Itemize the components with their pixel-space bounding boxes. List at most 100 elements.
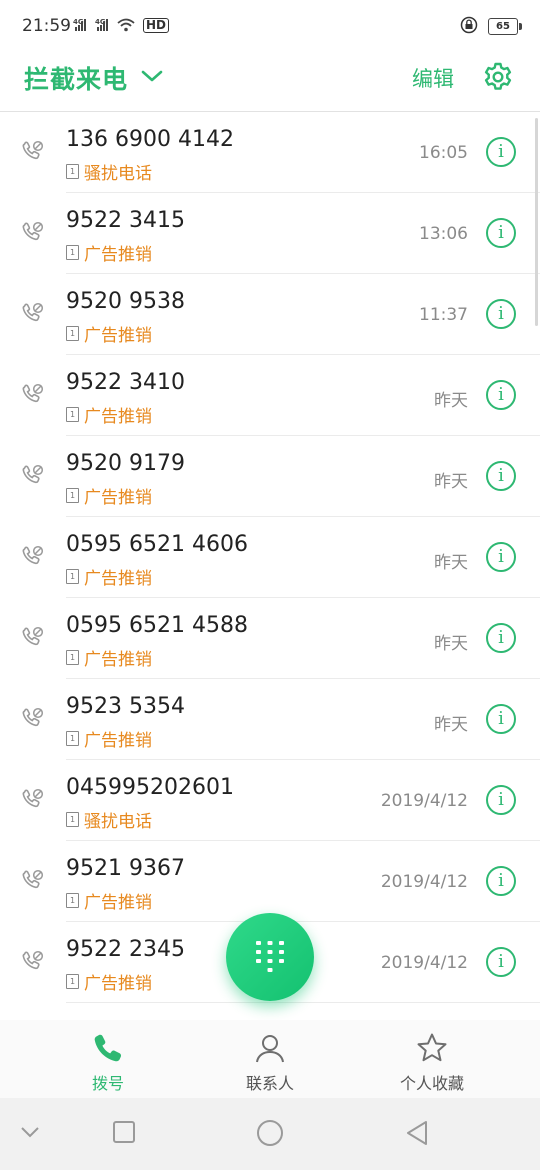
chevron-down-icon[interactable] bbox=[140, 66, 164, 90]
call-time: 2019/4/12 bbox=[380, 872, 468, 892]
call-time: 11:37 bbox=[419, 305, 468, 325]
caller-tag-wrap: 1 广告推销 bbox=[66, 564, 152, 589]
caller-number: 0595 6521 4606 bbox=[66, 532, 248, 557]
call-row[interactable]: 9523 5354 1 广告推销 昨天 i bbox=[0, 679, 540, 760]
caller-number: 9522 3410 bbox=[66, 370, 185, 395]
blocked-call-list[interactable]: 136 6900 4142 1 骚扰电话 16:05 i 9522 3415 1广… bbox=[0, 112, 540, 1007]
call-time: 昨天 bbox=[434, 715, 468, 735]
sim-card-icon: 1 bbox=[66, 812, 79, 827]
info-icon[interactable]: i bbox=[486, 542, 516, 572]
spam-tag: 骚扰电话 bbox=[84, 812, 152, 832]
blocked-call-icon bbox=[22, 383, 44, 409]
back-icon[interactable] bbox=[404, 1119, 430, 1151]
call-row[interactable]: 136 6900 4142 1 骚扰电话 16:05 i bbox=[0, 112, 540, 193]
sim-card-icon: 1 bbox=[66, 245, 79, 260]
signal-indicator: 4G 4G bbox=[73, 17, 139, 36]
star-icon bbox=[417, 1033, 447, 1062]
page-title[interactable]: 拦截来电 bbox=[24, 60, 128, 96]
sim-card-icon: 1 bbox=[66, 407, 79, 422]
blocked-call-icon bbox=[22, 626, 44, 652]
sim-card-icon: 1 bbox=[66, 974, 79, 989]
tab-dial[interactable]: 拨号 bbox=[48, 1032, 168, 1094]
info-icon[interactable]: i bbox=[486, 137, 516, 167]
info-icon[interactable]: i bbox=[486, 461, 516, 491]
tab-favorites-label: 个人收藏 bbox=[399, 1074, 464, 1093]
spam-tag: 广告推销 bbox=[84, 650, 152, 670]
caller-tag-wrap: 1 广告推销 bbox=[66, 645, 152, 670]
caller-tag-wrap: 1 广告推销 bbox=[66, 969, 152, 994]
info-icon[interactable]: i bbox=[486, 785, 516, 815]
sim-card-icon: 1 bbox=[66, 326, 79, 341]
info-icon[interactable]: i bbox=[486, 866, 516, 896]
caller-number: 9522 3415 bbox=[66, 208, 185, 233]
blocked-call-icon bbox=[22, 221, 44, 247]
call-time: 16:05 bbox=[419, 143, 468, 163]
spam-tag: 广告推销 bbox=[84, 893, 152, 913]
tab-favorites[interactable]: 个人收藏 bbox=[372, 1032, 492, 1094]
blocked-call-icon bbox=[22, 869, 44, 895]
blocked-call-icon bbox=[22, 545, 44, 571]
tab-contacts[interactable]: 联系人 bbox=[210, 1032, 330, 1094]
hd-icon: HD bbox=[143, 18, 170, 33]
alarm-lock-icon bbox=[460, 16, 478, 38]
call-row[interactable]: 0595 6521 4588 1 广告推销 昨天 i bbox=[0, 598, 540, 679]
call-time: 昨天 bbox=[434, 553, 468, 573]
caller-tag-wrap: 1 骚扰电话 bbox=[66, 807, 152, 832]
caller-tag-wrap: 1 骚扰电话 bbox=[66, 159, 152, 184]
app-header: 拦截来电 编辑 bbox=[0, 52, 540, 110]
bottom-tab-bar: 拨号 联系人 个人收藏 bbox=[0, 1020, 540, 1098]
call-time: 2019/4/12 bbox=[380, 953, 468, 973]
caller-tag-wrap: 1 广告推销 bbox=[66, 726, 152, 751]
scrollbar[interactable] bbox=[535, 118, 538, 326]
info-icon[interactable]: i bbox=[486, 218, 516, 248]
edit-button[interactable]: 编辑 bbox=[412, 63, 454, 93]
spam-tag: 广告推销 bbox=[84, 731, 152, 751]
blocked-call-icon bbox=[22, 788, 44, 814]
call-row[interactable]: 9520 9179 1 广告推销 昨天 i bbox=[0, 436, 540, 517]
info-icon[interactable]: i bbox=[486, 704, 516, 734]
info-icon[interactable]: i bbox=[486, 380, 516, 410]
call-time: 13:06 bbox=[419, 224, 468, 244]
spam-tag: 广告推销 bbox=[84, 407, 152, 427]
caller-number: 9520 9179 bbox=[66, 451, 185, 476]
sim-card-icon: 1 bbox=[66, 488, 79, 503]
chevron-down-nav-icon[interactable] bbox=[20, 1124, 40, 1143]
dialpad-button[interactable] bbox=[226, 913, 314, 1001]
call-row[interactable]: 9522 3415 1 广告推销 13:06 i bbox=[0, 193, 540, 274]
sim-card-icon: 1 bbox=[66, 731, 79, 746]
phone-icon bbox=[94, 1034, 122, 1062]
call-row[interactable]: 9520 9538 1 广告推销 11:37 i bbox=[0, 274, 540, 355]
caller-tag-wrap: 1 广告推销 bbox=[66, 321, 152, 346]
blocked-call-icon bbox=[22, 302, 44, 328]
call-time: 昨天 bbox=[434, 472, 468, 492]
blocked-call-icon bbox=[22, 464, 44, 490]
call-time: 2019/4/12 bbox=[380, 791, 468, 811]
info-icon[interactable]: i bbox=[486, 623, 516, 653]
blocked-call-icon bbox=[22, 707, 44, 733]
info-icon[interactable]: i bbox=[486, 299, 516, 329]
sim-card-icon: 1 bbox=[66, 650, 79, 665]
spam-tag: 广告推销 bbox=[84, 326, 152, 346]
home-icon[interactable] bbox=[256, 1119, 284, 1151]
call-row[interactable]: 0595 6521 4606 1 广告推销 昨天 i bbox=[0, 517, 540, 598]
blocked-call-icon bbox=[22, 140, 44, 166]
spam-tag: 广告推销 bbox=[84, 974, 152, 994]
recents-icon[interactable] bbox=[112, 1120, 136, 1148]
call-row[interactable]: 9522 3410 1 广告推销 昨天 i bbox=[0, 355, 540, 436]
call-row[interactable]: 045995202601 1 骚扰电话 2019/4/12 i bbox=[0, 760, 540, 841]
battery-indicator: 65 bbox=[488, 18, 522, 35]
caller-number: 9523 5354 bbox=[66, 694, 185, 719]
dialpad-icon bbox=[256, 941, 284, 972]
caller-number: 9520 9538 bbox=[66, 289, 185, 314]
info-icon[interactable]: i bbox=[486, 947, 516, 977]
gear-icon[interactable] bbox=[482, 61, 514, 97]
person-icon bbox=[256, 1035, 284, 1063]
caller-number: 0595 6521 4588 bbox=[66, 613, 248, 638]
row-divider bbox=[66, 1002, 540, 1003]
spam-tag: 广告推销 bbox=[84, 245, 152, 265]
caller-tag-wrap: 1 广告推销 bbox=[66, 888, 152, 913]
caller-number: 9522 2345 bbox=[66, 937, 185, 962]
status-time: 21:59 bbox=[22, 16, 71, 36]
call-row[interactable]: 9521 9367 1 广告推销 2019/4/12 i bbox=[0, 841, 540, 922]
tab-contacts-label: 联系人 bbox=[245, 1074, 294, 1093]
